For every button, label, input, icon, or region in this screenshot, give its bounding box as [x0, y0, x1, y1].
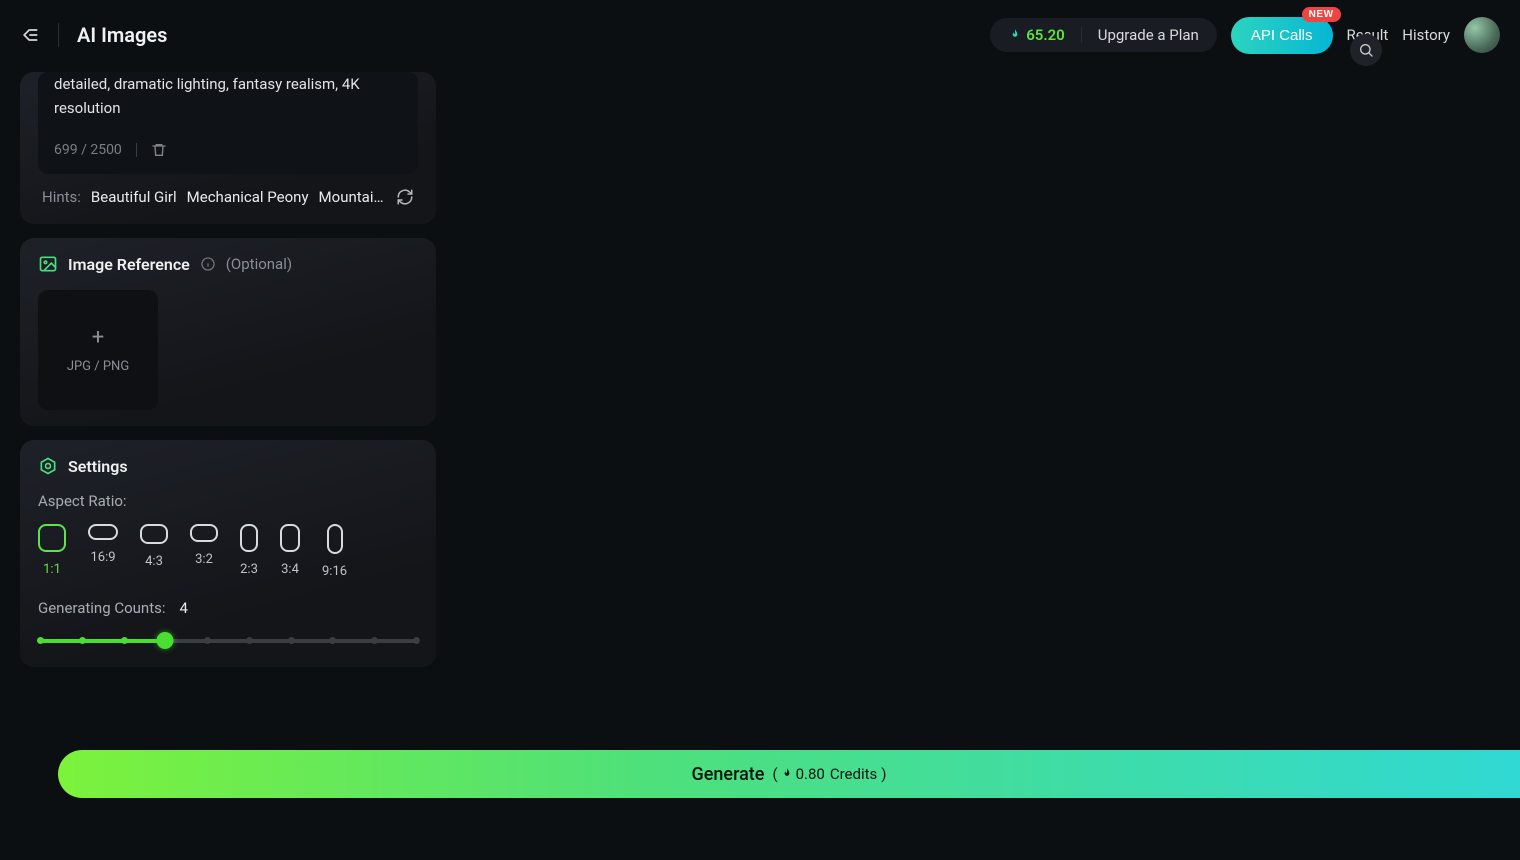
ratio-shape: [280, 524, 300, 552]
ratio-label: 3:4: [281, 562, 299, 577]
ratio-4-3[interactable]: 4:3: [140, 524, 168, 579]
counts-slider[interactable]: [40, 635, 416, 645]
gear-icon: [38, 456, 58, 476]
hints-row: Hints: Beautiful Girl Mechanical Peony M…: [38, 174, 418, 208]
image-reference-card: Image Reference (Optional) + JPG / PNG: [20, 238, 436, 426]
prompt-card: detailed, dramatic lighting, fantasy rea…: [20, 72, 436, 224]
section-title: Settings: [68, 457, 128, 476]
credits-balance: 65.20: [1008, 26, 1065, 44]
ratio-shape: [190, 524, 218, 542]
char-counter: 699 / 2500: [54, 142, 122, 158]
generate-button[interactable]: Generate ( 0.80 Credits ): [58, 750, 1520, 798]
hints-label: Hints:: [42, 188, 81, 206]
ratio-shape: [38, 524, 66, 552]
ratio-label: 3:2: [195, 552, 213, 567]
prompt-meta: 699 / 2500: [54, 142, 402, 158]
image-icon: [38, 254, 58, 274]
ratio-9-16[interactable]: 9:16: [322, 524, 347, 579]
ratio-shape: [88, 524, 118, 540]
divider: [136, 143, 137, 157]
search-icon: [1358, 42, 1374, 58]
upgrade-plan-link[interactable]: Upgrade a Plan: [1098, 26, 1199, 44]
section-header: Settings: [38, 456, 418, 476]
ratio-shape: [327, 524, 343, 554]
flame-icon: [780, 767, 794, 781]
slider-tick: [37, 637, 44, 644]
ratio-label: 1:1: [43, 562, 61, 577]
flame-icon: [1008, 28, 1022, 42]
slider-tick: [246, 637, 253, 644]
hint-item[interactable]: Mountain P…: [319, 188, 386, 206]
slider-tick: [288, 637, 295, 644]
optional-label: (Optional): [226, 255, 292, 273]
header: AI Images 65.20 Upgrade a Plan API Calls…: [0, 0, 1520, 70]
slider-thumb[interactable]: [157, 632, 174, 649]
ratio-shape: [240, 524, 258, 552]
refresh-hints-button[interactable]: [396, 188, 414, 206]
upload-hint: JPG / PNG: [67, 359, 129, 374]
info-icon[interactable]: [200, 256, 216, 272]
ratio-3-2[interactable]: 3:2: [190, 524, 218, 579]
api-label: API Calls: [1251, 27, 1313, 44]
ratio-shape: [140, 524, 168, 544]
ratio-2-3[interactable]: 2:3: [240, 524, 258, 579]
new-badge: NEW: [1302, 7, 1341, 22]
plus-icon: +: [92, 327, 104, 349]
ratio-label: 2:3: [240, 562, 258, 577]
counts-label: Generating Counts:: [38, 599, 166, 617]
avatar[interactable]: [1464, 17, 1500, 53]
upload-reference-button[interactable]: + JPG / PNG: [38, 290, 158, 410]
counts-value: 4: [180, 599, 188, 617]
search-button[interactable]: [1350, 34, 1382, 66]
slider-tick: [121, 637, 128, 644]
prompt-text-tail[interactable]: detailed, dramatic lighting, fantasy rea…: [54, 72, 402, 120]
page-title: AI Images: [77, 23, 167, 47]
trash-icon: [151, 142, 167, 158]
section-title: Image Reference: [68, 255, 190, 274]
ratio-16-9[interactable]: 16:9: [88, 524, 118, 579]
tab-history[interactable]: History: [1402, 26, 1450, 44]
divider: [1081, 27, 1082, 43]
generate-cost: ( 0.80 Credits ): [772, 765, 886, 783]
slider-tick: [79, 637, 86, 644]
ratio-1-1[interactable]: 1:1: [38, 524, 66, 579]
sidebar: detailed, dramatic lighting, fantasy rea…: [20, 72, 436, 667]
clear-prompt-button[interactable]: [151, 142, 167, 158]
section-header: Image Reference (Optional): [38, 254, 418, 274]
generate-label: Generate: [692, 764, 765, 785]
refresh-icon: [396, 188, 414, 206]
plan-pill: 65.20 Upgrade a Plan: [990, 18, 1217, 52]
credits-value: 65.20: [1026, 26, 1065, 44]
divider: [58, 23, 59, 47]
hint-item[interactable]: Beautiful Girl: [91, 188, 177, 206]
ratio-label: 16:9: [90, 550, 115, 565]
slider-tick: [413, 637, 420, 644]
ratio-label: 9:16: [322, 564, 347, 579]
ratio-3-4[interactable]: 3:4: [280, 524, 300, 579]
hint-item[interactable]: Mechanical Peony: [187, 188, 309, 206]
ratio-label: 4:3: [145, 554, 163, 569]
counts-row: Generating Counts: 4: [38, 599, 418, 617]
header-right: 65.20 Upgrade a Plan API Calls NEW Resul…: [990, 17, 1500, 54]
api-calls-button[interactable]: API Calls NEW: [1231, 17, 1333, 54]
settings-card: Settings Aspect Ratio: 1:1 16:9 4:3 3:2 2:3 3…: [20, 440, 436, 667]
collapse-sidebar-icon[interactable]: [20, 25, 40, 45]
aspect-ratio-row: 1:1 16:9 4:3 3:2 2:3 3:4 9:16: [38, 524, 418, 579]
header-left: AI Images: [20, 23, 167, 47]
aspect-ratio-label: Aspect Ratio:: [38, 492, 418, 510]
